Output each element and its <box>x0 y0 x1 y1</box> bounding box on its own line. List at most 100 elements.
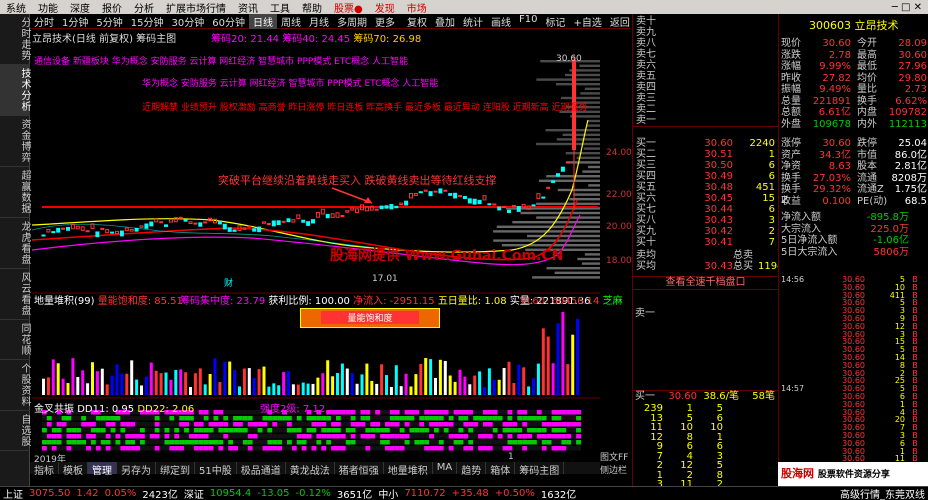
period-button[interactable]: 30分钟 <box>167 14 208 29</box>
tab-ths[interactable]: 同花顺 <box>0 320 30 360</box>
toolbar-button[interactable]: 叠加 <box>431 14 459 29</box>
toolbar-button[interactable]: 返回 <box>606 14 634 29</box>
tab-sidebar[interactable]: 侧边栏 <box>600 463 630 476</box>
menu-item[interactable]: 功能 <box>32 0 64 15</box>
tab-dragon[interactable]: 黄龙战法 <box>286 462 335 477</box>
period-button[interactable]: 5分钟 <box>92 14 126 29</box>
period-button[interactable]: 分时 <box>30 14 58 29</box>
indicator-name[interactable]: 金叉共振 <box>34 404 74 415</box>
sell-level-row[interactable]: 卖九 <box>633 27 778 38</box>
menu-item[interactable]: 报价 <box>96 0 128 15</box>
tab-strong[interactable]: 猪者恒强 <box>335 462 384 477</box>
toolbar-button[interactable]: 统计 <box>459 14 487 29</box>
signal-cell <box>389 416 395 421</box>
tab-box[interactable]: 箱体 <box>486 462 516 477</box>
period-button[interactable]: 多周期 <box>333 14 371 29</box>
sell-level-row[interactable]: 卖十 <box>633 16 778 27</box>
sell-level-row[interactable]: 卖一 <box>633 115 778 126</box>
tab-template[interactable]: 模板 <box>59 462 88 477</box>
tab-channel[interactable]: 极品通道 <box>237 462 286 477</box>
sell-level-row[interactable]: 卖四 <box>633 82 778 93</box>
tab-watchlist[interactable]: 自选股 <box>0 411 30 451</box>
tab-bind[interactable]: 绑定到 <box>156 462 195 477</box>
full-depth-button[interactable]: 查看全速千档盘口 <box>633 276 778 290</box>
signal-cell <box>409 434 415 439</box>
signal-cell <box>277 428 283 433</box>
sell-level-row[interactable]: 卖五 <box>633 71 778 82</box>
buy-level-row[interactable]: 买十 30.41 7 <box>633 237 778 248</box>
tab-capital[interactable]: 资金博弈 <box>0 116 30 167</box>
toolbar-button[interactable]: 标记 <box>541 14 569 29</box>
signal-cell <box>571 416 577 421</box>
candle <box>541 196 546 199</box>
tab-super[interactable]: 超赢数据 <box>0 167 30 218</box>
sell-level-row[interactable]: 卖三 <box>633 93 778 104</box>
tab-profile[interactable]: 个股资料 <box>0 360 30 411</box>
buy-level-row[interactable]: 买四 30.49 6 <box>633 171 778 182</box>
buy-level-row[interactable]: 买五 30.48 451 <box>633 182 778 193</box>
period-button[interactable]: 1分钟 <box>58 14 92 29</box>
menu-item[interactable]: 深度 <box>64 0 96 15</box>
buy-level-row[interactable]: 买三 30.50 6 <box>633 160 778 171</box>
menu-item-market[interactable]: 市场 <box>401 0 433 15</box>
tab-manage[interactable]: 管理 <box>88 462 117 477</box>
tab-indicator[interactable]: 指标 <box>30 462 59 477</box>
toolbar-button[interactable]: 复权 <box>403 14 431 29</box>
signal-cell <box>424 440 430 445</box>
buy-level-row[interactable]: 买二 30.51 1 <box>633 149 778 160</box>
menu-item-discover[interactable]: 发现 <box>369 0 401 15</box>
menu-item[interactable]: 资讯 <box>232 0 264 15</box>
buy-level-row[interactable]: 买六 30.45 15 <box>633 193 778 204</box>
tab-wind[interactable]: 风云看盘 <box>0 269 30 320</box>
tab-minute[interactable]: 分时走势 <box>0 14 30 65</box>
tab-low-volume[interactable]: 地量堆积 <box>384 462 433 477</box>
depth-row: 966 <box>656 441 723 452</box>
tab-trend[interactable]: 趋势 <box>457 462 487 477</box>
signal-cell <box>282 440 287 445</box>
candle <box>51 231 56 234</box>
toolbar-button[interactable]: +自选 <box>569 14 605 29</box>
tab-saveas[interactable]: 另存为 <box>117 462 156 477</box>
indicator-name[interactable]: 地量堆积(99) <box>34 296 95 307</box>
volume-bar <box>95 371 99 395</box>
menu-item[interactable]: 股票● <box>328 0 369 15</box>
buy-level-row[interactable]: 买八 30.43 3 <box>633 215 778 226</box>
period-button[interactable]: 更多 <box>371 14 399 29</box>
toolbar-button[interactable]: 画线 <box>487 14 515 29</box>
menu-item[interactable]: 扩展市场行情 <box>160 0 232 15</box>
tab-dragon[interactable]: 龙虎看盘 <box>0 218 30 269</box>
signal-cell <box>419 416 425 421</box>
tab-technical[interactable]: 技术分析 <box>0 65 30 116</box>
period-button-daily[interactable]: 日线 <box>248 13 277 29</box>
sell-level-row[interactable]: 卖二 <box>633 104 778 115</box>
period-button[interactable]: 60分钟 <box>208 14 249 29</box>
menu-item[interactable]: 工具 <box>264 0 296 15</box>
sell-level-row[interactable]: 卖七 <box>633 49 778 60</box>
buy-level-row[interactable]: 买七 30.44 6 <box>633 204 778 215</box>
sell-level-row[interactable]: 卖八 <box>633 38 778 49</box>
buy-level-row[interactable]: 买一 30.60 2240 <box>633 138 778 149</box>
sell-level-row[interactable]: 卖六 <box>633 60 778 71</box>
buy-level-row[interactable]: 买九 30.42 2 <box>633 226 778 237</box>
guhai-ad-banner[interactable]: 股海网 股票软件资源分享 <box>778 462 928 486</box>
signal-cell <box>208 434 214 439</box>
menu-item[interactable]: 分析 <box>128 0 160 15</box>
menu-item[interactable]: 帮助 <box>296 0 328 15</box>
signal-cell <box>326 428 332 433</box>
tab-51[interactable]: 51中股 <box>195 462 237 477</box>
signal-cell <box>164 416 170 421</box>
menu-item[interactable]: 系统 <box>0 0 32 15</box>
tab-image[interactable]: 图文FF <box>600 450 630 463</box>
tab-ma[interactable]: MA <box>433 462 458 474</box>
toolbar-button[interactable]: F10 <box>515 14 541 29</box>
signal-cell <box>517 440 523 445</box>
signal-cell <box>404 410 410 415</box>
signal-cell <box>179 440 185 445</box>
period-button[interactable]: 15分钟 <box>127 14 168 29</box>
indicator-name[interactable]: 筹码主图 <box>136 34 176 45</box>
signal-cell <box>551 422 557 427</box>
period-button[interactable]: 月线 <box>305 14 333 29</box>
period-button[interactable]: 周线 <box>277 14 305 29</box>
tab-chip[interactable]: 筹码主图 <box>515 462 565 477</box>
window-controls[interactable]: ─ □ ✕ <box>886 2 928 13</box>
